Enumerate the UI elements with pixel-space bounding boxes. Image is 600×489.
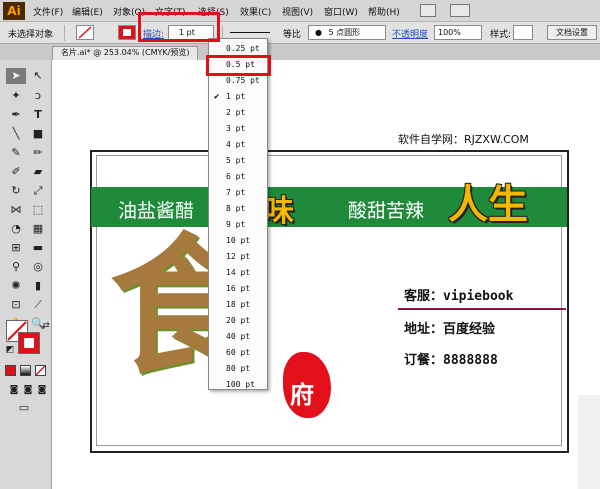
order-line: 订餐：8888888 xyxy=(404,353,498,368)
direct-selection-tool-icon[interactable]: ↖ xyxy=(28,68,48,84)
dropdown-option[interactable]: 16 pt xyxy=(209,281,267,297)
dropdown-option[interactable]: 80 pt xyxy=(209,361,267,377)
info-divider xyxy=(398,308,566,310)
dropdown-option[interactable]: 100 pt xyxy=(209,377,267,393)
separator xyxy=(64,25,65,41)
control-bar: 未选择对象 描边: 1 pt ▲▼ 等比 ● 5 点圆形 不透明度 100% 样… xyxy=(0,22,600,61)
menu-file[interactable]: 文件(F) xyxy=(33,5,63,18)
app-logo: Ai xyxy=(3,2,25,20)
annotation-highlight-option xyxy=(206,55,271,76)
rectangle-tool-icon[interactable]: ■ xyxy=(28,126,48,142)
pen-tool-icon[interactable]: ✒ xyxy=(6,107,26,123)
dropdown-option-label: 1 pt xyxy=(226,92,246,101)
service-line: 客服：vipiebook xyxy=(404,289,514,304)
tools-panel: ➤ ↖ ✦ ↄ ✒ T ╲ ■ ✎ ✏ ✐ ▰ ↻ ⤢ ⋈ ⬚ ◔ ▦ ⊞ ▬ … xyxy=(0,60,52,489)
dropdown-option[interactable]: 9 pt xyxy=(209,217,267,233)
symbol-sprayer-tool-icon[interactable]: ✺ xyxy=(6,278,26,294)
artboard-tool-icon[interactable]: ⊡ xyxy=(6,297,26,313)
scale-tool-icon[interactable]: ⤢ xyxy=(28,183,48,199)
none-slash-icon xyxy=(35,365,46,376)
blob-brush-tool-icon[interactable]: ✐ xyxy=(6,164,26,180)
arrange-documents-icon[interactable] xyxy=(450,4,470,17)
selection-status: 未选择对象 xyxy=(8,30,54,40)
dropdown-option[interactable]: 20 pt xyxy=(209,313,267,329)
dropdown-option[interactable]: 6 pt xyxy=(209,169,267,185)
mesh-tool-icon[interactable]: ⊞ xyxy=(6,240,26,256)
slogan-yellow-2: 人生 xyxy=(448,182,528,228)
slice-tool-icon[interactable]: ⟋ xyxy=(28,297,48,313)
eyedropper-tool-icon[interactable]: ⚲ xyxy=(6,259,26,275)
perspective-grid-tool-icon[interactable]: ▦ xyxy=(28,221,48,237)
default-colors-icon[interactable]: ◩ xyxy=(0,342,20,358)
eraser-tool-icon[interactable]: ▰ xyxy=(28,164,48,180)
line-tool-icon[interactable]: ╲ xyxy=(6,126,26,142)
gradient-tool-icon[interactable]: ▬ xyxy=(28,240,48,256)
free-transform-tool-icon[interactable]: ⬚ xyxy=(28,202,48,218)
color-mode-icon[interactable] xyxy=(5,365,16,376)
dropdown-option[interactable]: 10 pt xyxy=(209,233,267,249)
magic-wand-tool-icon[interactable]: ✦ xyxy=(6,88,26,104)
menu-bar: Ai 文件(F) 编辑(E) 对象(O) 文字(T) 选择(S) 效果(C) 视… xyxy=(0,0,600,22)
slogan-mid: 酸甜苦辣 xyxy=(348,200,425,222)
dropdown-option[interactable]: 5 pt xyxy=(209,153,267,169)
menu-edit[interactable]: 编辑(E) xyxy=(72,5,103,18)
style-label: 样式: xyxy=(490,30,512,40)
menu-effect[interactable]: 效果(C) xyxy=(240,5,271,18)
dropdown-option[interactable]: 18 pt xyxy=(209,297,267,313)
dropdown-option[interactable]: 12 pt xyxy=(209,249,267,265)
paintbrush-tool-icon[interactable]: ✎ xyxy=(6,145,26,161)
screen-mode-icon[interactable]: ▭ xyxy=(14,400,34,416)
seal-character: 府 xyxy=(290,380,314,409)
dropdown-option[interactable]: 14 pt xyxy=(209,265,267,281)
stroke-swatch-inner xyxy=(123,29,131,36)
pencil-tool-icon[interactable]: ✏ xyxy=(28,145,48,161)
dropdown-option[interactable]: 8 pt xyxy=(209,201,267,217)
type-tool-icon[interactable]: T xyxy=(28,107,48,123)
brush-select[interactable]: ● 5 点圆形 xyxy=(308,25,386,40)
checkmark-icon: ✔ xyxy=(214,92,220,102)
lasso-tool-icon[interactable]: ↄ xyxy=(28,88,48,104)
dropdown-option-selected[interactable]: ✔ 1 pt xyxy=(209,89,267,105)
annotation-highlight-stroke-field xyxy=(138,12,220,42)
shape-builder-tool-icon[interactable]: ◔ xyxy=(6,221,26,237)
stroke-inner xyxy=(24,338,34,348)
variable-width-profile-icon[interactable] xyxy=(230,32,270,33)
dropdown-option[interactable]: 7 pt xyxy=(209,185,267,201)
blend-tool-icon[interactable]: ◎ xyxy=(28,259,48,275)
brush-dot-icon: ● xyxy=(315,28,322,37)
graphic-style-select[interactable] xyxy=(513,25,533,40)
document-tab[interactable]: 名片.ai* @ 253.04% (CMYK/预览) xyxy=(52,46,199,60)
none-mode-icon[interactable] xyxy=(35,365,46,376)
address-line: 地址：百度经验 xyxy=(404,322,496,337)
column-graph-tool-icon[interactable]: ▮ xyxy=(28,278,48,294)
stroke-weight-dropdown: 0.25 pt 0.5 pt 0.75 pt ✔ 1 pt 2 pt 3 pt … xyxy=(208,38,268,390)
profile-label[interactable]: 等比 xyxy=(283,27,301,40)
slogan-yellow-1: 味 xyxy=(264,194,294,229)
stroke-color-icon[interactable] xyxy=(18,332,40,354)
watermark-text: 软件自学网：RJZXW.COM xyxy=(398,133,529,146)
bridge-icon[interactable] xyxy=(420,4,436,17)
opacity-link[interactable]: 不透明度 xyxy=(392,27,428,40)
gradient-mode-icon[interactable] xyxy=(20,365,31,376)
menu-help[interactable]: 帮助(H) xyxy=(368,5,400,18)
stroke-swatch[interactable] xyxy=(118,25,136,40)
rotate-tool-icon[interactable]: ↻ xyxy=(6,183,26,199)
menu-view[interactable]: 视图(V) xyxy=(282,5,313,18)
document-setup-button[interactable]: 文档设置 xyxy=(547,25,597,40)
dropdown-option[interactable]: 4 pt xyxy=(209,137,267,153)
opacity-field[interactable]: 100% xyxy=(434,25,482,40)
selection-tool-icon[interactable]: ➤ xyxy=(6,68,26,84)
menu-window[interactable]: 窗口(W) xyxy=(324,5,358,18)
brush-label: 5 点圆形 xyxy=(328,28,361,37)
scroll-area[interactable] xyxy=(578,395,600,489)
fill-swatch[interactable] xyxy=(76,25,94,40)
dropdown-option[interactable]: 40 pt xyxy=(209,329,267,345)
width-tool-icon[interactable]: ⋈ xyxy=(6,202,26,218)
no-fill-icon xyxy=(78,26,92,39)
draw-inside-icon[interactable]: ◙ xyxy=(32,382,52,398)
dropdown-option[interactable]: 3 pt xyxy=(209,121,267,137)
dropdown-option[interactable]: 60 pt xyxy=(209,345,267,361)
document-tab-bar: 名片.ai* @ 253.04% (CMYK/预览) xyxy=(0,44,600,60)
dropdown-option[interactable]: 2 pt xyxy=(209,105,267,121)
